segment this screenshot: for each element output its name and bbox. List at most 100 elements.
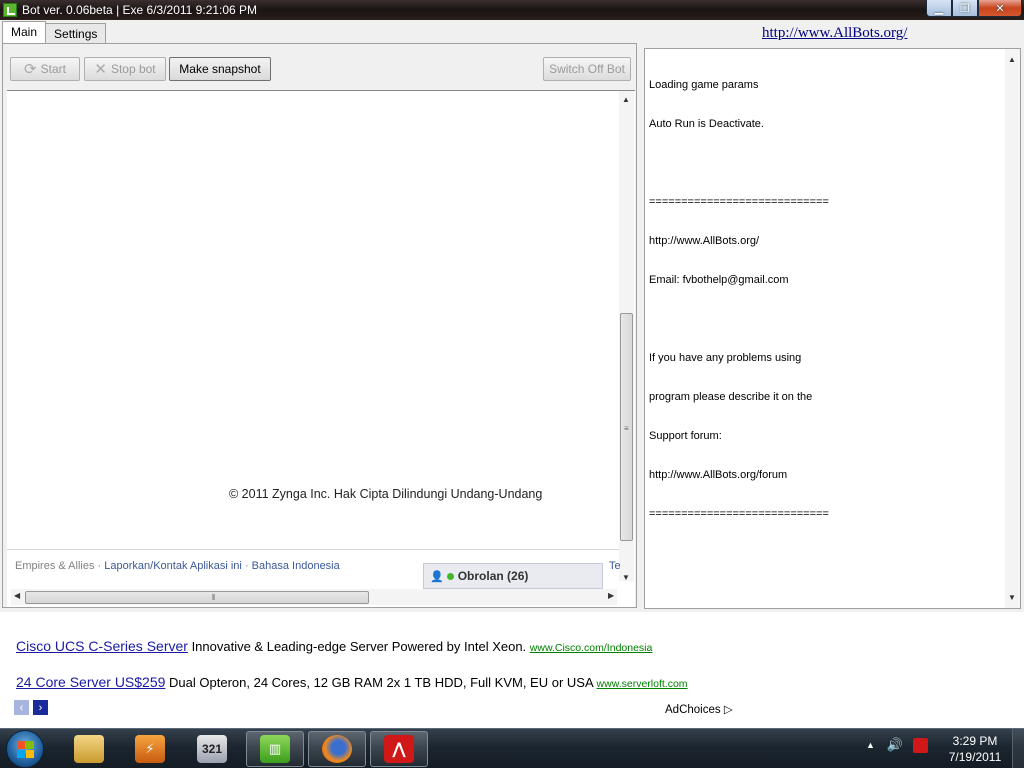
refresh-icon: ⟳: [24, 61, 37, 78]
clock-time: 3:29 PM: [952, 734, 998, 748]
lightning-icon: ⚡: [135, 735, 165, 763]
scroll-down-icon[interactable]: ▼: [622, 573, 630, 582]
taskbar-media-player[interactable]: 321: [183, 731, 241, 767]
taskbar-avira[interactable]: ⋀: [370, 731, 428, 767]
make-snapshot-label: Make snapshot: [179, 62, 261, 76]
stop-bot-button[interactable]: ✕ Stop bot: [84, 57, 166, 81]
start-button[interactable]: [6, 730, 44, 768]
game-viewport[interactable]: ▲ ≡ ▼ © 2011 Zynga Inc. Hak Cipta Dilind…: [7, 90, 635, 607]
ad-text: Dual Opteron, 24 Cores, 12 GB RAM 2x 1 T…: [169, 675, 593, 690]
grip-icon: ≡: [624, 424, 629, 433]
media-player-icon: 321: [197, 735, 227, 763]
language-link[interactable]: Bahasa Indonesia: [252, 560, 340, 572]
scroll-left-icon[interactable]: ◀: [14, 591, 20, 600]
tab-bar: Main Settings: [2, 21, 107, 44]
main-panel: ⟳ Start ✕ Stop bot Make snapshot Switch …: [2, 43, 637, 608]
ad-url-link[interactable]: www.Cisco.com/Indonesia: [530, 642, 653, 654]
tray-expand-icon[interactable]: ▲: [866, 740, 875, 750]
facebook-footer: Empires & Allies · Laporkan/Kontak Aplik…: [7, 549, 621, 589]
make-snapshot-button[interactable]: Make snapshot: [169, 57, 271, 81]
show-desktop-button[interactable]: [1012, 729, 1024, 768]
restore-icon: ❐: [960, 2, 970, 15]
scroll-right-icon[interactable]: ▶: [608, 591, 614, 600]
adchoices-icon: ▷: [723, 704, 733, 716]
minimize-button[interactable]: ▁: [926, 0, 952, 17]
game-vertical-scrollbar[interactable]: ▲ ≡ ▼: [619, 91, 634, 582]
report-app-link[interactable]: Laporkan/Kontak Aplikasi ini: [104, 560, 242, 572]
taskbar: ⚡ 321 ▥ ⋀ ▲ 🔊 3:29 PM 7/19/2011: [0, 728, 1024, 768]
footer-links: Empires & Allies · Laporkan/Kontak Aplik…: [15, 560, 340, 572]
tab-main[interactable]: Main: [2, 21, 47, 44]
hgrip-icon: ⦀: [212, 593, 216, 602]
separator: ·: [244, 560, 252, 572]
ad-item: Cisco UCS C-Series Server Innovative & L…: [16, 638, 652, 654]
system-tray: ▲ 🔊: [866, 737, 929, 753]
app-name: Empires & Allies: [15, 560, 95, 572]
bot-app-icon: ▥: [260, 735, 290, 763]
scroll-up-icon[interactable]: ▲: [622, 95, 630, 104]
firefox-icon: [322, 735, 352, 763]
ad-item: 24 Core Server US$259 Dual Opteron, 24 C…: [16, 674, 688, 690]
ad-title-link[interactable]: Cisco UCS C-Series Server: [16, 638, 188, 654]
avira-icon: ⋀: [384, 735, 414, 763]
log-scroll-up-icon[interactable]: ▲: [1008, 55, 1016, 64]
avira-tray-icon[interactable]: [913, 737, 929, 753]
log-line: http://www.AllBots.org/: [649, 235, 760, 247]
window-title: Bot ver. 0.06beta | Exe 6/3/2011 9:21:06…: [22, 3, 258, 17]
chat-bar[interactable]: 👤 Obrolan (26): [423, 563, 603, 589]
log-line: Loading game params: [649, 79, 759, 91]
tab-settings[interactable]: Settings: [45, 23, 107, 43]
ad-title-link[interactable]: 24 Core Server US$259: [16, 674, 165, 690]
folder-icon: [74, 735, 104, 763]
log-line: If you have any problems using: [649, 352, 802, 364]
log-text: Loading game params Auto Run is Deactiva…: [649, 53, 999, 547]
ad-text: Innovative & Leading-edge Server Powered…: [191, 639, 527, 654]
scroll-thumb[interactable]: ≡: [620, 313, 633, 541]
adchoices-label: AdChoices: [665, 704, 721, 716]
clock-date: 7/19/2011: [948, 750, 1002, 764]
window-titlebar[interactable]: Bot ver. 0.06beta | Exe 6/3/2011 9:21:06…: [0, 0, 1024, 20]
taskbar-firefox[interactable]: [308, 731, 366, 767]
minimize-icon: ▁: [934, 2, 944, 15]
toolbar: ⟳ Start ✕ Stop bot Make snapshot Switch …: [8, 57, 633, 83]
stop-bot-label: Stop bot: [110, 62, 156, 76]
adchoices-link[interactable]: AdChoices ▷: [665, 702, 733, 716]
restore-button[interactable]: ❐: [952, 0, 978, 17]
volume-icon[interactable]: 🔊: [887, 737, 903, 753]
log-vertical-scrollbar[interactable]: ▲ ▼: [1005, 49, 1020, 608]
log-panel[interactable]: Loading game params Auto Run is Deactiva…: [644, 48, 1021, 609]
log-line: Auto Run is Deactivate.: [649, 118, 764, 130]
chevron-left-icon: ‹: [19, 701, 24, 714]
truncated-link[interactable]: Te: [609, 560, 621, 572]
log-line: Support forum:: [649, 430, 722, 442]
switch-off-label: Switch Off Bot: [549, 62, 625, 76]
hscroll-thumb[interactable]: ⦀: [25, 591, 369, 604]
ad-banner: Cisco UCS C-Series Server Innovative & L…: [0, 612, 1024, 728]
user-icon: 👤: [430, 570, 444, 583]
chevron-right-icon: ›: [38, 701, 43, 714]
log-line: ============================: [649, 196, 829, 208]
taskbar-clock[interactable]: 3:29 PM 7/19/2011: [940, 733, 1010, 765]
start-label: Start: [40, 62, 66, 76]
chat-label: Obrolan (26): [457, 569, 529, 583]
zynga-copyright: © 2011 Zynga Inc. Hak Cipta Dilindungi U…: [229, 487, 543, 501]
log-line: program please describe it on the: [649, 391, 813, 403]
taskbar-winamp[interactable]: ⚡: [121, 731, 179, 767]
log-line: ============================: [649, 508, 829, 520]
taskbar-explorer[interactable]: [60, 731, 118, 767]
switch-off-bot-button[interactable]: Switch Off Bot: [543, 57, 631, 81]
ad-prev-button[interactable]: ‹: [14, 700, 29, 715]
stop-x-icon: ✕: [94, 61, 107, 78]
ad-url-link[interactable]: www.serverloft.com: [597, 678, 688, 690]
allbots-url-link[interactable]: http://www.AllBots.org/: [762, 25, 907, 42]
log-scroll-down-icon[interactable]: ▼: [1008, 593, 1016, 602]
start-button[interactable]: ⟳ Start: [10, 57, 80, 81]
taskbar-bot-app[interactable]: ▥: [246, 731, 304, 767]
log-line: Email: fvbothelp@gmail.com: [649, 274, 789, 286]
ad-next-button[interactable]: ›: [33, 700, 48, 715]
windows-logo-icon: [17, 741, 34, 758]
close-button[interactable]: ✕: [978, 0, 1022, 17]
game-horizontal-scrollbar[interactable]: ◀ ⦀ ▶: [11, 589, 617, 605]
